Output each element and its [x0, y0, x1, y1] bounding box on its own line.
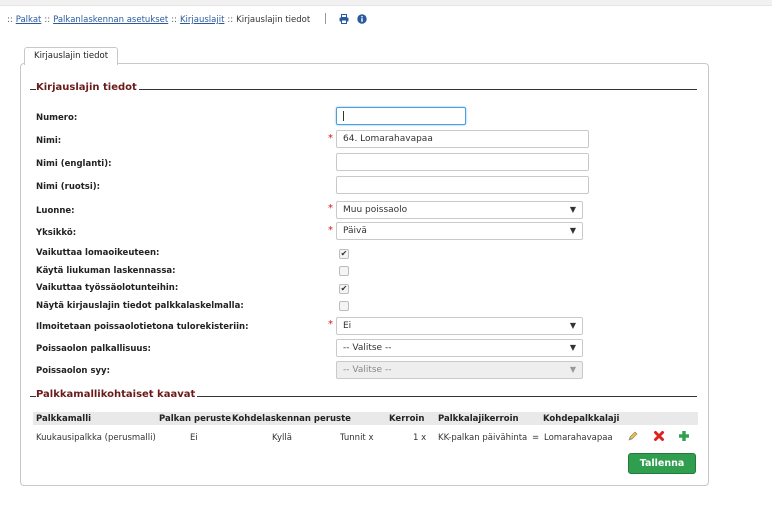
yksikko-select[interactable]: Päivä ▼	[336, 222, 583, 240]
cell-tunnit: Tunnit x	[340, 433, 374, 443]
chevron-down-icon: ▼	[569, 205, 576, 214]
column-header-palkkalajikerroin: Palkkalajikerroin	[438, 414, 519, 424]
palkallisuus-label: Poissaolon palkallisuus:	[36, 344, 151, 354]
breadcrumb-current: Kirjauslajin tiedot	[236, 15, 311, 25]
poissaolon-syy-value: -- Valitse --	[343, 365, 392, 375]
section-title-palkkamallikohtaiset-kaavat: Palkkamallikohtaiset kaavat	[36, 389, 198, 400]
poissaolon-syy-select[interactable]: -- Valitse -- ▼	[336, 361, 583, 379]
required-mark: *	[328, 133, 333, 144]
breadcrumb-link-kirjauslajit[interactable]: Kirjauslajit	[180, 15, 224, 25]
column-header-palkkamalli: Palkkamalli	[36, 414, 92, 424]
breadcrumb-separator: ::	[227, 15, 234, 25]
chevron-down-icon: ▼	[569, 226, 576, 235]
yksikko-label: Yksikkö:	[36, 228, 77, 238]
nimi-ruotsi-label: Nimi (ruotsi):	[36, 182, 101, 192]
yksikko-value: Päivä	[343, 226, 367, 236]
cell-kohdelaskennan-peruste: Kyllä	[272, 433, 292, 443]
nimi-label: Nimi:	[36, 136, 62, 146]
chevron-down-icon: ▼	[569, 365, 576, 374]
ilmoitetaan-label: Ilmoitetaan poissaolotietona tulorekiste…	[36, 322, 249, 332]
vaikuttaa-lomaoikeuteen-label: Vaikuttaa lomaoikeuteen:	[36, 248, 160, 258]
toolbar-divider	[324, 13, 326, 24]
nimi-input[interactable]	[336, 130, 589, 148]
delete-icon[interactable]	[653, 430, 665, 442]
numero-input[interactable]	[336, 107, 466, 125]
ilmoitetaan-select[interactable]: Ei ▼	[336, 317, 583, 335]
luonne-select[interactable]: Muu poissaolo ▼	[336, 201, 583, 219]
required-mark: *	[328, 225, 333, 236]
save-button[interactable]: Tallenna	[628, 453, 696, 474]
nimi-ruotsi-input[interactable]	[336, 176, 589, 194]
chevron-down-icon: ▼	[569, 343, 576, 352]
nimi-englanti-input[interactable]	[336, 153, 589, 171]
add-icon[interactable]	[678, 430, 690, 442]
section-title-kirjauslajin-tiedot: Kirjauslajin tiedot	[36, 82, 139, 93]
numero-label: Numero:	[36, 113, 78, 123]
vaikuttaa-lomaoikeuteen-checkbox[interactable]: ✔	[339, 249, 349, 259]
breadcrumb: :: Palkat:: Palkanlaskennan asetukset:: Kir…	[4, 13, 373, 25]
breadcrumb-separator: ::	[171, 15, 177, 25]
ilmoitetaan-value: Ei	[343, 321, 352, 331]
column-header-kohdelaskennan-peruste: Kohdelaskennan peruste	[232, 414, 351, 424]
cell-kerroin: 1 x	[413, 433, 427, 443]
nimi-englanti-label: Nimi (englanti):	[36, 159, 112, 169]
breadcrumb-link-palkat[interactable]: Palkat	[16, 15, 42, 25]
column-header-kohdepalkkalaji: Kohdepalkkalaji	[543, 414, 620, 424]
cell-kohdepalkkalaji: Lomarahavapaa	[544, 433, 613, 443]
top-strip	[0, 0, 772, 6]
tyossaolotunteihin-label: Vaikuttaa työssäolotunteihin:	[36, 283, 179, 293]
printer-icon[interactable]	[339, 14, 349, 24]
chevron-down-icon: ▼	[569, 321, 576, 330]
breadcrumb-separator: ::	[44, 15, 51, 25]
palkallisuus-select[interactable]: -- Valitse -- ▼	[336, 339, 583, 357]
poissaolon-syy-label: Poissaolon syy:	[36, 366, 110, 376]
cell-equals: =	[532, 433, 540, 443]
breadcrumb-link-asetukset[interactable]: Palkanlaskennan asetukset	[53, 15, 168, 25]
tab-kirjauslajin-tiedot[interactable]: Kirjauslajin tiedot	[24, 47, 119, 65]
liukuma-checkbox[interactable]	[339, 266, 349, 276]
required-mark: *	[328, 203, 333, 214]
column-header-palkan-peruste: Palkan peruste	[159, 414, 232, 424]
nayta-palkkalaskelmalla-checkbox[interactable]	[339, 301, 349, 311]
column-header-kerroin: Kerroin	[389, 414, 425, 424]
tyossaolotunteihin-checkbox[interactable]: ✔	[339, 284, 349, 294]
breadcrumb-separator: ::	[7, 15, 13, 25]
info-icon[interactable]	[357, 14, 368, 24]
cell-palkkalajikerroin: KK-palkan päivähinta	[438, 433, 528, 443]
luonne-value: Muu poissaolo	[343, 205, 408, 215]
liukuma-label: Käytä liukuman laskennassa:	[36, 266, 176, 276]
cell-palkan-peruste: Ei	[190, 433, 198, 443]
required-mark: *	[328, 319, 333, 330]
cell-palkkamalli: Kuukausipalkka (perusmalli)	[36, 433, 156, 443]
edit-icon[interactable]	[627, 430, 639, 442]
nayta-palkkalaskelmalla-label: Näytä kirjauslajin tiedot palkkalaskelma…	[36, 301, 244, 311]
palkallisuus-value: -- Valitse --	[343, 343, 392, 353]
text-cursor	[343, 111, 344, 121]
luonne-label: Luonne:	[36, 206, 75, 216]
